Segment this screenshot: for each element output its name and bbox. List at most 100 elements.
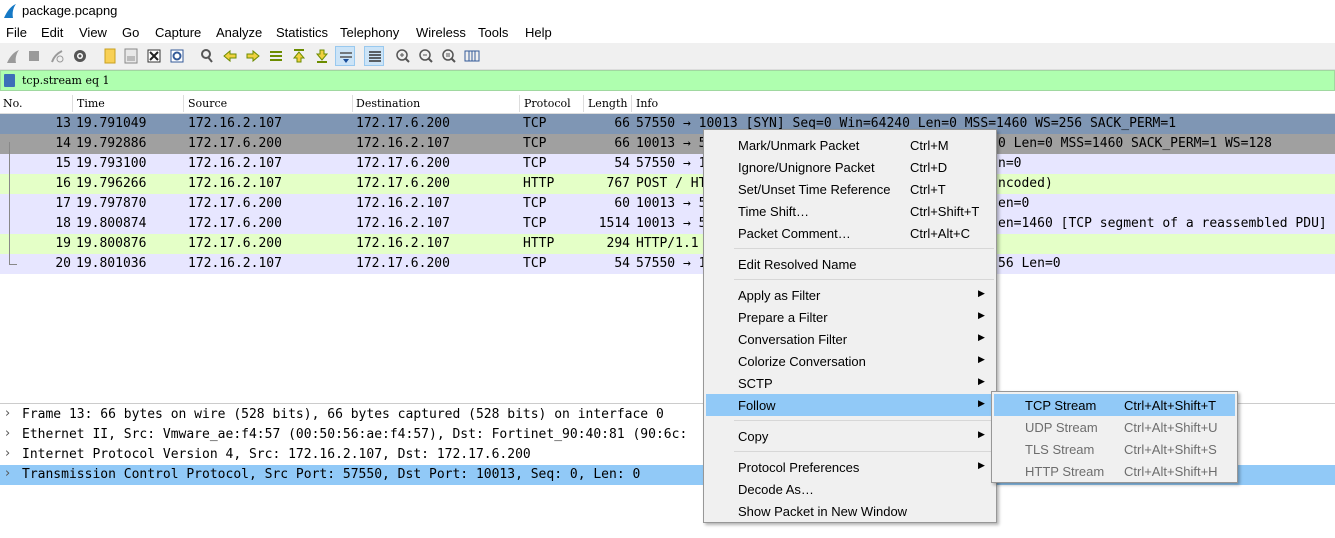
packet-row[interactable]: 15 19.793100 172.16.2.107 172.17.6.200 TCP 54…	[0, 154, 1335, 174]
packet-row[interactable]: 19 19.800876 172.17.6.200 172.16.2.107 HTTP 2…	[0, 234, 1335, 254]
menu-item-time-reference[interactable]: Set/Unset Time Reference Ctrl+T	[706, 178, 994, 200]
menu-item-shortcut: Ctrl+Alt+Shift+U	[1124, 420, 1218, 435]
menu-item-conversation-filter[interactable]: Conversation Filter ▶	[706, 328, 994, 350]
menu-item-label: TCP Stream	[1025, 398, 1097, 413]
shark-fin-start-icon[interactable]	[3, 46, 23, 66]
packet-cell-no: 17	[55, 196, 71, 211]
submenu-item-tls-stream[interactable]: TLS Stream Ctrl+Alt+Shift+S	[994, 438, 1235, 460]
menu-item-label: HTTP Stream	[1025, 464, 1105, 479]
packet-row[interactable]: 16 19.796266 172.16.2.107 172.17.6.200 HTTP 7…	[0, 174, 1335, 194]
menu-help[interactable]: Help	[525, 25, 552, 40]
column-divider[interactable]	[352, 95, 353, 112]
menu-capture[interactable]: Capture	[155, 25, 201, 40]
menu-view[interactable]: View	[79, 25, 107, 40]
packet-cell-time: 19.801036	[76, 256, 147, 271]
save-file-icon[interactable]	[121, 46, 141, 66]
reload-icon[interactable]	[167, 46, 187, 66]
menu-item-packet-comment[interactable]: Packet Comment… Ctrl+Alt+C	[706, 222, 994, 244]
menu-item-colorize-conversation[interactable]: Colorize Conversation ▶	[706, 350, 994, 372]
go-back-icon[interactable]	[220, 46, 240, 66]
column-divider[interactable]	[183, 95, 184, 112]
column-header-protocol[interactable]: Protocol	[524, 97, 571, 110]
packet-cell-info: 57550 → 1	[636, 156, 707, 171]
packet-cell-no: 16	[55, 176, 71, 191]
close-file-icon[interactable]	[144, 46, 164, 66]
open-file-icon[interactable]	[100, 46, 120, 66]
packet-cell-dst: 172.17.6.200	[356, 116, 450, 131]
go-forward-icon[interactable]	[243, 46, 263, 66]
menu-item-apply-as-filter[interactable]: Apply as Filter ▶	[706, 284, 994, 306]
packet-cell-dst: 172.16.2.107	[356, 216, 450, 231]
go-to-packet-icon[interactable]	[266, 46, 286, 66]
menu-edit[interactable]: Edit	[41, 25, 63, 40]
submenu-item-udp-stream[interactable]: UDP Stream Ctrl+Alt+Shift+U	[994, 416, 1235, 438]
menu-file[interactable]: File	[6, 25, 27, 40]
column-divider[interactable]	[519, 95, 520, 112]
find-packet-icon[interactable]	[197, 46, 217, 66]
packet-row[interactable]: 13 19.791049 172.16.2.107 172.17.6.200 TCP 66…	[0, 114, 1335, 134]
menu-tools[interactable]: Tools	[478, 25, 508, 40]
autoscroll-icon[interactable]	[335, 46, 355, 66]
colorize-icon[interactable]	[364, 46, 384, 66]
column-header-destination[interactable]: Destination	[356, 97, 420, 110]
column-divider[interactable]	[631, 95, 632, 112]
last-packet-icon[interactable]	[312, 46, 332, 66]
column-divider[interactable]	[72, 95, 73, 112]
restart-icon[interactable]	[47, 46, 67, 66]
stop-icon[interactable]	[24, 46, 44, 66]
first-packet-icon[interactable]	[289, 46, 309, 66]
submenu-arrow-icon: ▶	[978, 460, 985, 470]
column-header-source[interactable]: Source	[188, 97, 227, 110]
menu-item-prepare-a-filter[interactable]: Prepare a Filter ▶	[706, 306, 994, 328]
menu-item-time-shift[interactable]: Time Shift… Ctrl+Shift+T	[706, 200, 994, 222]
packet-row[interactable]: 20 19.801036 172.16.2.107 172.17.6.200 TCP 54…	[0, 254, 1335, 274]
packet-cell-info: 10013 → 5	[636, 216, 707, 231]
packet-cell-time: 19.800876	[76, 236, 147, 251]
menu-wireless[interactable]: Wireless	[416, 25, 466, 40]
column-header-time[interactable]: Time	[77, 97, 105, 110]
menu-item-copy[interactable]: Copy ▶	[706, 425, 994, 447]
menu-telephony[interactable]: Telephony	[340, 25, 399, 40]
expand-arrow-icon[interactable]: ›	[5, 446, 10, 461]
normal-size-icon[interactable]	[439, 46, 459, 66]
submenu-item-http-stream[interactable]: HTTP Stream Ctrl+Alt+Shift+H	[994, 460, 1235, 482]
menu-item-sctp[interactable]: SCTP ▶	[706, 372, 994, 394]
resize-columns-icon[interactable]	[462, 46, 482, 66]
menu-item-label: Decode As…	[738, 482, 814, 497]
packet-row[interactable]: 14 19.792886 172.17.6.200 172.16.2.107 TCP 66…	[0, 134, 1335, 154]
window-title: package.pcapng	[22, 3, 118, 18]
expand-arrow-icon[interactable]: ›	[5, 466, 10, 481]
menu-item-protocol-preferences[interactable]: Protocol Preferences ▶	[706, 456, 994, 478]
submenu-item-tcp-stream[interactable]: TCP Stream Ctrl+Alt+Shift+T	[994, 394, 1235, 416]
packet-cell-time: 19.793100	[76, 156, 147, 171]
packet-cell-proto: TCP	[523, 216, 547, 231]
expand-arrow-icon[interactable]: ›	[5, 406, 10, 421]
zoom-out-icon[interactable]	[416, 46, 436, 66]
packet-cell-proto: TCP	[523, 136, 547, 151]
packet-cell-src: 172.16.2.107	[188, 176, 282, 191]
menu-item-edit-resolved-name[interactable]: Edit Resolved Name	[706, 253, 994, 275]
menu-analyze[interactable]: Analyze	[216, 25, 262, 40]
packet-row[interactable]: 18 19.800874 172.17.6.200 172.16.2.107 TCP 15…	[0, 214, 1335, 234]
column-divider[interactable]	[583, 95, 584, 112]
packet-cell-no: 15	[55, 156, 71, 171]
zoom-in-icon[interactable]	[393, 46, 413, 66]
capture-options-icon[interactable]	[70, 46, 90, 66]
menu-item-show-packet-new-window[interactable]: Show Packet in New Window	[706, 500, 994, 522]
menu-item-follow[interactable]: Follow ▶	[706, 394, 994, 416]
column-header-info[interactable]: Info	[636, 97, 658, 110]
menu-item-ignore-packet[interactable]: Ignore/Unignore Packet Ctrl+D	[706, 156, 994, 178]
menu-statistics[interactable]: Statistics	[276, 25, 328, 40]
column-header-no[interactable]: No.	[3, 97, 23, 110]
menu-go[interactable]: Go	[122, 25, 139, 40]
bookmark-icon[interactable]	[4, 74, 15, 87]
expand-arrow-icon[interactable]: ›	[5, 426, 10, 441]
menu-item-mark-packet[interactable]: Mark/Unmark Packet Ctrl+M	[706, 134, 994, 156]
display-filter-input[interactable]: tcp.stream eq 1	[22, 74, 109, 87]
packet-cell-info-tail: 56 Len=0	[998, 256, 1061, 271]
column-header-length[interactable]: Length	[588, 97, 627, 110]
packet-row[interactable]: 17 19.797870 172.17.6.200 172.16.2.107 TCP 60…	[0, 194, 1335, 214]
menu-item-decode-as[interactable]: Decode As…	[706, 478, 994, 500]
packet-cell-src: 172.17.6.200	[188, 136, 282, 151]
packet-cell-len: 66	[614, 136, 630, 151]
